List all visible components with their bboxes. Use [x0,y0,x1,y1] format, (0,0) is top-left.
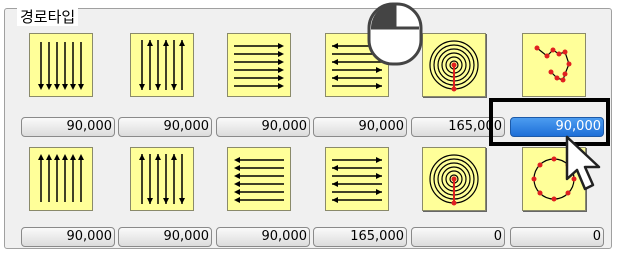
mouse-left-click-icon [367,2,423,66]
value-field-1[interactable]: 90,000 [21,117,115,137]
tile-random-path[interactable] [522,33,586,97]
tile-vertical-up-lines[interactable] [29,147,93,211]
spiral-inward-icon [429,40,479,92]
spiral-outward-icon [429,154,479,206]
vertical-up-lines-icon [38,154,84,202]
value-field-11[interactable]: 0 [411,227,505,247]
tile-spiral-outward[interactable] [422,147,486,211]
value-field-10[interactable]: 165,000 [313,227,407,247]
random-path-icon [534,45,572,83]
tile-vertical-down-lines[interactable] [29,33,93,97]
group-title: 경로타입 [17,8,79,26]
value-field-4[interactable]: 90,000 [313,117,407,137]
tile-vertical-alternating-lines-2[interactable] [130,147,194,211]
tile-horizontal-right-lines[interactable] [227,33,291,97]
vertical-alternating-lines-2-icon [139,154,185,204]
vertical-down-lines-icon [38,42,84,90]
horizontal-alternating-lines-2-icon [332,157,382,203]
value-field-7[interactable]: 90,000 [21,227,115,247]
vertical-alternating-lines-icon [139,40,185,90]
tile-vertical-alternating-lines[interactable] [130,33,194,97]
value-field-2[interactable]: 90,000 [118,117,212,137]
value-field-12[interactable]: 0 [510,227,604,247]
tile-spiral-inward[interactable] [422,33,486,97]
value-field-9[interactable]: 90,000 [216,227,310,247]
value-field-3[interactable]: 90,000 [216,117,310,137]
arrow-cursor-icon [565,135,601,191]
horizontal-right-lines-icon [234,43,284,89]
value-field-8[interactable]: 90,000 [118,227,212,247]
tile-horizontal-alternating-lines-2[interactable] [325,147,389,211]
tile-horizontal-left-lines[interactable] [227,147,291,211]
horizontal-left-lines-icon [234,157,284,203]
